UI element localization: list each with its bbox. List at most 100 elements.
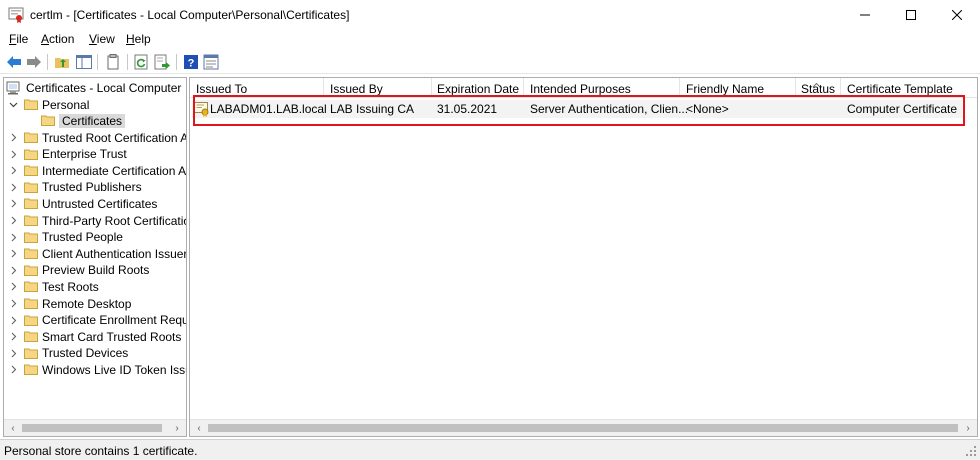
menu-bar: File Action View Help bbox=[0, 30, 980, 50]
chevron-right-icon[interactable] bbox=[8, 365, 18, 375]
tree-item-label: Certificate Enrollment Reques bbox=[42, 313, 187, 328]
scroll-right-icon[interactable]: › bbox=[962, 422, 974, 434]
chevron-right-icon[interactable] bbox=[8, 133, 18, 143]
column-expiration-date[interactable]: Expiration Date bbox=[437, 82, 519, 96]
tree-item-store[interactable]: Trusted People bbox=[8, 229, 123, 246]
tree-item-store[interactable]: Trusted Devices bbox=[8, 345, 128, 362]
close-icon[interactable] bbox=[934, 0, 980, 30]
chevron-right-icon[interactable] bbox=[8, 348, 18, 358]
up-folder-icon[interactable] bbox=[53, 53, 71, 71]
folder-icon bbox=[24, 215, 38, 226]
tree-item-label: Untrusted Certificates bbox=[42, 196, 158, 211]
folder-icon bbox=[24, 331, 38, 343]
folder-icon bbox=[24, 99, 38, 110]
chevron-right-icon[interactable] bbox=[8, 166, 18, 176]
tree-item-label: Intermediate Certification Au bbox=[42, 163, 187, 178]
tree-item-store[interactable]: Certificate Enrollment Reques bbox=[8, 312, 187, 329]
forward-arrow-icon[interactable] bbox=[25, 53, 43, 71]
menu-file-rest: ile bbox=[16, 32, 29, 46]
console-tree[interactable]: Certificates - Local Computer Personal C… bbox=[3, 77, 187, 437]
chevron-right-icon[interactable] bbox=[8, 232, 18, 242]
tree-item-store[interactable]: Windows Live ID Token Issuer bbox=[8, 361, 186, 378]
column-certificate-template[interactable]: Certificate Template bbox=[847, 82, 953, 96]
back-arrow-icon[interactable] bbox=[5, 53, 23, 71]
folder-icon bbox=[24, 132, 38, 143]
tree-item-store[interactable]: Trusted Publishers bbox=[8, 179, 142, 196]
tree-item-label: Trusted Root Certification Au bbox=[42, 130, 187, 145]
chevron-right-icon[interactable] bbox=[8, 182, 18, 192]
folder-icon bbox=[41, 115, 55, 126]
toolbar: ? bbox=[0, 50, 980, 74]
chevron-down-icon[interactable] bbox=[8, 100, 18, 110]
properties-icon[interactable] bbox=[202, 53, 220, 71]
tree-item-store[interactable]: Client Authentication Issuers bbox=[8, 245, 187, 262]
folder-icon bbox=[24, 149, 38, 160]
scroll-left-icon[interactable]: ‹ bbox=[193, 422, 205, 434]
tree-item-store[interactable]: Trusted Root Certification Au bbox=[8, 129, 187, 146]
show-hide-tree-icon[interactable] bbox=[75, 53, 93, 71]
tree-root[interactable]: Certificates - Local Computer bbox=[6, 79, 181, 96]
scrollbar-thumb[interactable] bbox=[208, 424, 958, 432]
tree-item-store[interactable]: Third-Party Root Certification bbox=[8, 212, 187, 229]
menu-action[interactable]: Action bbox=[41, 32, 74, 46]
menu-view[interactable]: View bbox=[89, 32, 115, 46]
window-title: certlm - [Certificates - Local Computer\… bbox=[30, 8, 350, 22]
list-horizontal-scrollbar[interactable]: ‹ › bbox=[190, 419, 977, 436]
tree-item-label: Third-Party Root Certification bbox=[42, 213, 187, 228]
tree-item-store[interactable]: Intermediate Certification Au bbox=[8, 162, 187, 179]
folder-icon bbox=[24, 364, 38, 376]
tree-item-label: Certificates bbox=[59, 113, 126, 128]
menu-file[interactable]: File bbox=[9, 32, 28, 46]
chevron-right-icon[interactable] bbox=[8, 265, 18, 275]
chevron-right-icon[interactable] bbox=[8, 332, 18, 342]
toolbar-separator bbox=[127, 54, 128, 70]
tree-root-label: Certificates - Local Computer bbox=[26, 80, 182, 95]
folder-icon bbox=[24, 182, 38, 193]
menu-action-rest: ction bbox=[49, 32, 75, 46]
tree-item-store[interactable]: Remote Desktop bbox=[8, 295, 131, 312]
tree-item-label: Trusted People bbox=[42, 230, 123, 245]
export-list-icon[interactable] bbox=[153, 53, 171, 71]
tree-item-label: Client Authentication Issuers bbox=[42, 246, 187, 261]
chevron-right-icon[interactable] bbox=[8, 299, 18, 309]
tree-item-personal[interactable]: Personal bbox=[8, 96, 89, 113]
tree-horizontal-scrollbar[interactable]: ‹ › bbox=[4, 419, 186, 436]
tree-item-label: Enterprise Trust bbox=[42, 147, 127, 162]
minimize-icon[interactable] bbox=[842, 0, 888, 30]
scroll-left-icon[interactable]: ‹ bbox=[7, 422, 19, 434]
tree-item-store[interactable]: Enterprise Trust bbox=[8, 146, 127, 163]
folder-icon bbox=[24, 348, 38, 359]
folder-icon bbox=[24, 165, 38, 177]
column-issued-by[interactable]: Issued By bbox=[330, 82, 383, 96]
scrollbar-thumb[interactable] bbox=[22, 424, 162, 432]
delete-icon[interactable] bbox=[104, 53, 122, 71]
help-icon[interactable]: ? bbox=[182, 53, 200, 71]
column-friendly-name[interactable]: Friendly Name bbox=[686, 82, 764, 96]
maximize-icon[interactable] bbox=[888, 0, 934, 30]
column-issued-to[interactable]: Issued To bbox=[196, 82, 247, 96]
results-pane[interactable]: Issued To Issued By Expiration Date Inte… bbox=[189, 77, 978, 437]
chevron-right-icon[interactable] bbox=[8, 199, 18, 209]
tree-item-store[interactable]: Preview Build Roots bbox=[8, 262, 149, 279]
chevron-right-icon[interactable] bbox=[8, 249, 18, 259]
chevron-right-icon[interactable] bbox=[8, 315, 18, 325]
chevron-right-icon[interactable] bbox=[8, 216, 18, 226]
tree-item-certificates[interactable]: Certificates bbox=[41, 112, 126, 129]
tree-item-store[interactable]: Test Roots bbox=[8, 278, 99, 295]
toolbar-separator bbox=[97, 54, 98, 70]
column-intended-purposes[interactable]: Intended Purposes bbox=[530, 82, 631, 96]
folder-icon bbox=[24, 198, 38, 210]
tree-item-store[interactable]: Smart Card Trusted Roots bbox=[8, 328, 181, 345]
scroll-right-icon[interactable]: › bbox=[171, 422, 183, 434]
chevron-right-icon[interactable] bbox=[8, 282, 18, 292]
tree-item-label: Smart Card Trusted Roots bbox=[42, 329, 182, 344]
folder-icon bbox=[24, 248, 38, 260]
tree-item-store[interactable]: Untrusted Certificates bbox=[8, 195, 157, 212]
resize-grip-icon[interactable] bbox=[965, 445, 977, 457]
highlight-annotation bbox=[193, 95, 965, 126]
folder-icon bbox=[24, 232, 38, 243]
menu-help[interactable]: Help bbox=[126, 32, 151, 46]
certificate-app-icon bbox=[8, 7, 24, 23]
refresh-icon[interactable] bbox=[133, 53, 151, 71]
chevron-right-icon[interactable] bbox=[8, 149, 18, 159]
